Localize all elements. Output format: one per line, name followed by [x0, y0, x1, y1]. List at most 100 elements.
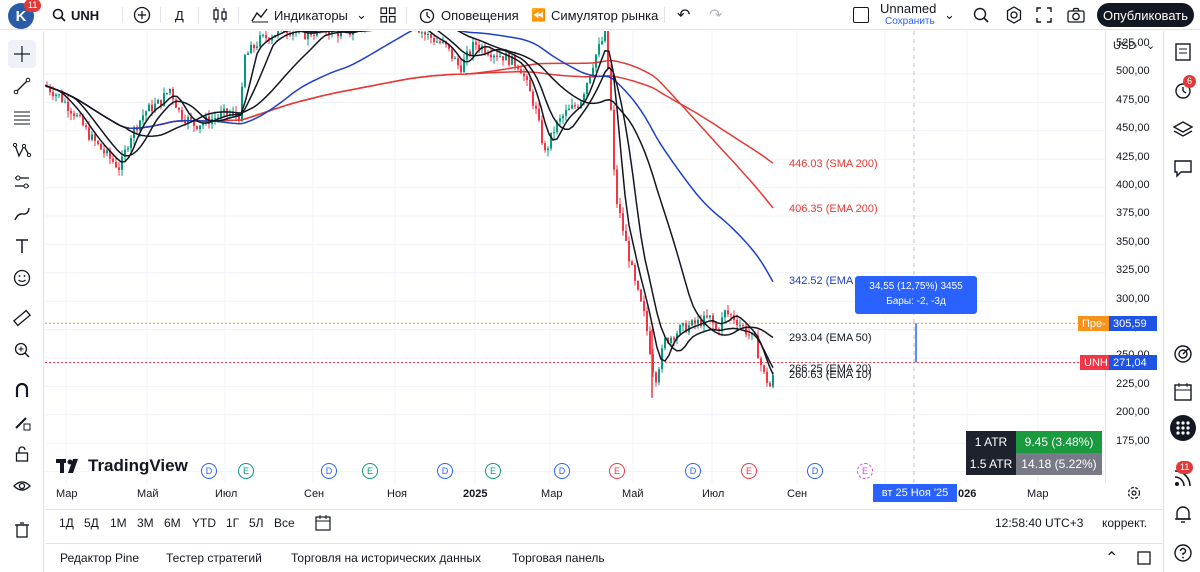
replay-button[interactable]: ⏪ Симулятор рынка: [531, 0, 658, 30]
lock-drawing-tool[interactable]: [8, 408, 36, 436]
event-earnings[interactable]: E: [609, 463, 625, 479]
publish-button[interactable]: Опубликовать: [1097, 3, 1194, 27]
layout-checkbox[interactable]: [853, 0, 869, 30]
remove-drawings-tool[interactable]: [8, 516, 36, 544]
object-tree-button[interactable]: [1170, 117, 1196, 143]
grid-icon: [380, 7, 396, 23]
save-link[interactable]: Сохранить: [885, 15, 936, 28]
adjust-toggle[interactable]: коррект.: [1102, 516, 1147, 530]
snapshot-button[interactable]: [1067, 0, 1085, 30]
crosshair-tool[interactable]: [8, 40, 36, 68]
chevron-down-icon[interactable]: ⌄: [1146, 39, 1155, 52]
calendar-button[interactable]: [1170, 379, 1196, 405]
ideas-button[interactable]: [1170, 341, 1196, 367]
collapse-panel-button[interactable]: ⌃: [1105, 548, 1118, 568]
settings-button[interactable]: [1005, 0, 1023, 30]
symbol-search[interactable]: UNH: [52, 0, 99, 30]
last-price: 271,04: [1109, 355, 1157, 370]
tab-pine-editor[interactable]: Редактор Pine: [60, 551, 139, 565]
visibility-tool[interactable]: [8, 472, 36, 500]
range-3m[interactable]: 3М: [137, 516, 154, 530]
time-label: Июл: [702, 488, 725, 500]
chats-button[interactable]: [1170, 155, 1196, 181]
candle-body: [313, 35, 315, 37]
layout-name[interactable]: Unnamed Сохранить: [880, 2, 936, 28]
trendline-tool[interactable]: [8, 72, 36, 100]
range-6m[interactable]: 6М: [164, 516, 181, 530]
fullscreen-button[interactable]: [1036, 0, 1052, 30]
event-dividend[interactable]: D: [685, 463, 701, 479]
quick-search-button[interactable]: [972, 0, 990, 30]
price-scale[interactable]: 525,00 500,00 475,00 450,00 425,00 400,00 375,…: [1105, 31, 1163, 483]
tab-trading-panel[interactable]: Торговая панель: [512, 551, 605, 565]
forecast-tool[interactable]: [8, 168, 36, 196]
clock-timezone[interactable]: 12:58:40 UTC+3: [995, 516, 1083, 530]
event-letter: E: [489, 466, 496, 476]
candle-body: [634, 265, 636, 281]
tab-strategy-tester[interactable]: Тестер стратегий: [166, 551, 262, 565]
layouts-button[interactable]: [380, 0, 396, 30]
event-earnings-upcoming[interactable]: E: [857, 463, 873, 479]
tab-replay-trading[interactable]: Торговля на исторических данных: [291, 551, 481, 565]
ruler-tool[interactable]: [8, 304, 36, 332]
redo-icon: ↷: [709, 7, 723, 24]
event-earnings[interactable]: E: [238, 463, 254, 479]
undo-button[interactable]: ↶: [677, 0, 690, 30]
alerts-button[interactable]: Оповещения: [418, 0, 519, 30]
event-earnings[interactable]: E: [362, 463, 378, 479]
interval-button[interactable]: Д: [175, 0, 184, 30]
chart-type-button[interactable]: [212, 0, 228, 30]
indicators-dropdown[interactable]: ⌄: [356, 0, 367, 30]
axis-settings-button[interactable]: [1127, 486, 1141, 503]
icon-tool[interactable]: [8, 264, 36, 292]
pattern-tool[interactable]: [8, 136, 36, 164]
candle-body: [166, 92, 168, 94]
chevron-up-icon: ⌃: [1105, 550, 1119, 567]
compare-button[interactable]: [133, 0, 151, 30]
event-earnings[interactable]: E: [485, 463, 501, 479]
help-button[interactable]: [1170, 540, 1196, 566]
search-icon: [973, 7, 989, 23]
event-dividend[interactable]: D: [321, 463, 337, 479]
range-toolbar: 1Д 5Д 1М 3М 6М YTD 1Г 5Л Все 12:58:40 UT…: [45, 509, 1163, 535]
event-dividend[interactable]: D: [437, 463, 453, 479]
range-ytd[interactable]: YTD: [192, 516, 216, 530]
lock-tool[interactable]: [8, 440, 36, 468]
candle-body: [475, 42, 477, 45]
range-1d[interactable]: 1Д: [59, 516, 74, 530]
candle-body: [91, 134, 93, 140]
fib-tool[interactable]: [8, 104, 36, 132]
candle-body: [127, 148, 129, 150]
candle-body: [595, 54, 597, 68]
range-5d[interactable]: 5Д: [84, 516, 99, 530]
event-earnings[interactable]: E: [741, 463, 757, 479]
layout-dropdown[interactable]: ⌄: [944, 0, 955, 30]
maximize-panel-button[interactable]: [1137, 551, 1151, 568]
undo-icon: ↶: [677, 7, 691, 24]
brush-tool[interactable]: [8, 200, 36, 228]
event-dividend[interactable]: D: [201, 463, 217, 479]
apps-button[interactable]: [1170, 415, 1196, 441]
currency-label[interactable]: USD: [1113, 40, 1136, 52]
range-1m[interactable]: 1М: [110, 516, 127, 530]
candle-body: [55, 94, 57, 97]
event-dividend[interactable]: D: [554, 463, 570, 479]
range-5y[interactable]: 5Л: [249, 516, 264, 530]
notifications-button[interactable]: [1170, 501, 1196, 527]
redo-button[interactable]: ↷: [709, 0, 722, 30]
tv-logo-text: TradingView: [88, 456, 188, 475]
text-tool[interactable]: [8, 232, 36, 260]
range-1y[interactable]: 1Г: [226, 516, 239, 530]
chart-canvas[interactable]: [45, 31, 1105, 483]
date-range-button[interactable]: [315, 515, 331, 534]
zoom-tool[interactable]: [8, 336, 36, 364]
price-chart[interactable]: [45, 31, 1105, 483]
indicators-button[interactable]: Индикаторы: [251, 0, 348, 30]
candle-body: [256, 46, 258, 48]
watchlist-button[interactable]: [1170, 39, 1196, 65]
range-all[interactable]: Все: [274, 516, 295, 530]
candle-body: [244, 54, 246, 87]
candle-body: [526, 76, 528, 81]
magnet-tool[interactable]: [8, 376, 36, 404]
event-dividend[interactable]: D: [807, 463, 823, 479]
